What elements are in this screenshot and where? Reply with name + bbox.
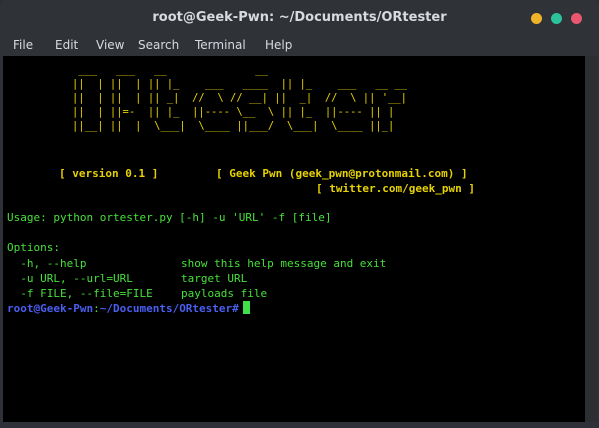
text-cursor xyxy=(242,301,250,314)
prompt-symbol: # xyxy=(232,302,239,315)
options-header: Options: xyxy=(7,241,60,254)
option-flag: -f FILE, --file=FILE xyxy=(7,287,153,300)
title-bar[interactable]: root@Geek-Pwn: ~/Documents/ORtester xyxy=(0,0,599,36)
scrollbar[interactable] xyxy=(585,56,597,422)
prompt-user: root@Geek-Pwn xyxy=(7,302,94,315)
option-desc: target URL xyxy=(181,272,248,285)
option-flag: -h, --help xyxy=(7,257,87,270)
version-label: [ version 0.1 ] xyxy=(59,167,159,180)
option-desc: payloads file xyxy=(181,287,268,300)
menu-view[interactable]: View xyxy=(96,38,124,52)
author-label: [ Geek Pwn (geek_pwn@protonmail.com) ] xyxy=(216,167,468,180)
terminal-output[interactable]: ___ ___ __ __ || | || | || |_ ___ ____ |… xyxy=(3,56,585,422)
maximize-button[interactable] xyxy=(551,13,562,24)
window-title: root@Geek-Pwn: ~/Documents/ORtester xyxy=(152,10,447,25)
menu-bar: File Edit View Search Terminal Help xyxy=(0,36,599,56)
usage-line: Usage: python ortester.py [-h] -u 'URL' … xyxy=(7,211,332,224)
menu-file[interactable]: File xyxy=(13,38,33,52)
menu-terminal[interactable]: Terminal xyxy=(195,38,246,52)
menu-edit[interactable]: Edit xyxy=(55,38,78,52)
banner-line: ___ ___ __ __ xyxy=(53,64,268,76)
twitter-label: [ twitter.com/geek_pwn ] xyxy=(316,182,475,195)
prompt-separator: : xyxy=(93,302,100,315)
terminal-window: root@Geek-Pwn: ~/Documents/ORtester File… xyxy=(0,0,599,428)
banner-line: || | || | || |_ ___ ____ || |_ ___ __ __ xyxy=(53,78,408,90)
prompt-path: ~/Documents/ORtester xyxy=(99,302,233,315)
banner-line: || | || | || _| // \ // __| || _| // \ |… xyxy=(53,92,408,104)
shell-prompt[interactable]: root@Geek-Pwn:~/Documents/ORtester# xyxy=(7,301,250,316)
option-flag: -u URL, --url=URL xyxy=(7,272,133,285)
minimize-button[interactable] xyxy=(531,13,542,24)
option-desc: show this help message and exit xyxy=(181,257,387,270)
menu-help[interactable]: Help xyxy=(265,38,292,52)
banner-line: ||__| || | \___| \____ ||___/ \___| \___… xyxy=(53,120,395,132)
banner-line: || | ||=- || |_ ||---- \__ \ || |_ ||---… xyxy=(53,106,395,118)
close-button[interactable] xyxy=(571,13,582,24)
menu-search[interactable]: Search xyxy=(138,38,179,52)
